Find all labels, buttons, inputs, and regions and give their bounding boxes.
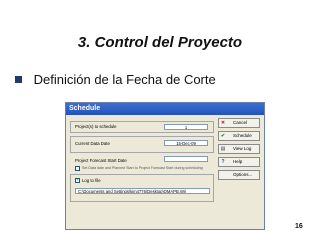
question-icon: ? (221, 159, 225, 165)
current-date-field[interactable]: 15-Dec-09 (164, 140, 208, 146)
bullet-text: Definición de la Fecha de Corte (33, 72, 216, 87)
forecast-label: Project Forecast Start Date (75, 158, 127, 163)
bullet-item: Definición de la Fecha de Corte (15, 72, 216, 87)
document-icon: ▤ (220, 146, 226, 152)
slide-title: 3. Control del Proyecto (77, 34, 243, 51)
help-button[interactable]: ? Help (218, 157, 260, 167)
schedule-button[interactable]: ✔ Schedule (218, 131, 260, 141)
view-log-button[interactable]: ▤ View Log (218, 144, 260, 154)
dialog-title: Schedule (66, 103, 264, 115)
log-to-file-label: Log to file (82, 178, 101, 183)
current-date-label: Current Data Date (75, 141, 110, 146)
log-path-field[interactable]: C:\Documents and Settings\kim4776\Deskto… (75, 188, 210, 194)
forecast-field[interactable] (164, 156, 208, 162)
projects-label: Project(s) to schedule (75, 124, 117, 129)
options-button[interactable]: Options... (218, 170, 260, 180)
x-icon: ✕ (220, 120, 226, 126)
cancel-button[interactable]: ✕ Cancel (218, 118, 260, 128)
set-data-date-label: Set Data date and Planned Start to Proje… (82, 166, 203, 170)
log-to-file-checkbox[interactable] (75, 177, 80, 183)
projects-field[interactable]: 1 (164, 124, 208, 130)
page-number: 16 (295, 223, 303, 230)
square-bullet-icon (15, 76, 22, 84)
schedule-dialog: Schedule Project(s) to schedule 1 Curren… (65, 102, 265, 230)
set-data-date-checkbox[interactable] (75, 166, 80, 171)
green-check-icon: ✔ (220, 133, 226, 139)
